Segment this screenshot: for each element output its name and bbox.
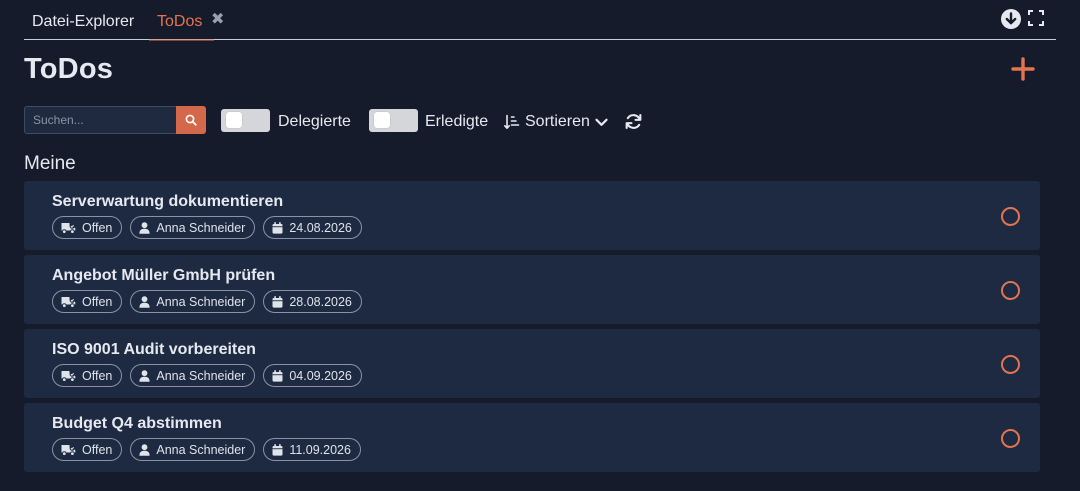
todo-card[interactable]: Angebot Müller GmbH prüfen Offen Anna Sc… (24, 255, 1040, 324)
completed-label: Erledigte (425, 113, 489, 130)
truck-icon (61, 296, 76, 308)
search-input[interactable] (24, 106, 177, 134)
tab-todos[interactable]: ToDos (148, 0, 215, 41)
date-text: 04.09.2026 (289, 368, 352, 383)
toggle-knob (374, 112, 390, 128)
calendar-icon (272, 443, 283, 456)
date-text: 24.08.2026 (289, 220, 352, 235)
user-icon (139, 443, 150, 456)
assignee-text: Anna Schneider (156, 442, 246, 457)
todo-badges: Offen Anna Schneider 24.08.2026 (52, 216, 362, 239)
truck-icon (61, 222, 76, 234)
plus-icon[interactable] (1011, 57, 1035, 81)
assignee-badge: Anna Schneider (130, 216, 256, 239)
assignee-text: Anna Schneider (156, 220, 246, 235)
status-badge: Offen (52, 216, 123, 239)
assignee-text: Anna Schneider (156, 368, 246, 383)
status-badge: Offen (52, 290, 123, 313)
date-badge: 28.08.2026 (263, 290, 362, 313)
tab-bar: Datei-Explorer ToDos ✖ (24, 0, 1056, 41)
assignee-badge: Anna Schneider (130, 290, 256, 313)
date-badge: 11.09.2026 (263, 438, 361, 461)
completed-toggle[interactable] (369, 109, 418, 132)
download-circle-icon[interactable] (1000, 8, 1022, 30)
sort-label: Sortieren (525, 113, 590, 130)
truck-icon (61, 444, 76, 456)
chevron-down-icon (595, 118, 608, 126)
calendar-icon (272, 221, 283, 234)
todo-title: Budget Q4 abstimmen (52, 415, 222, 432)
date-text: 11.09.2026 (289, 442, 351, 457)
fullscreen-icon[interactable] (1027, 9, 1045, 27)
refresh-icon[interactable] (624, 112, 643, 131)
status-text: Offen (82, 442, 113, 457)
complete-checkbox[interactable] (1001, 207, 1020, 226)
assignee-badge: Anna Schneider (130, 364, 256, 387)
delegated-toggle[interactable] (221, 109, 270, 132)
status-text: Offen (82, 220, 113, 235)
complete-checkbox[interactable] (1001, 429, 1020, 448)
todo-card[interactable]: Serverwartung dokumentieren Offen Anna S… (24, 181, 1040, 250)
todo-badges: Offen Anna Schneider 04.09.2026 (52, 364, 362, 387)
todo-title: Angebot Müller GmbH prüfen (52, 267, 276, 284)
assignee-text: Anna Schneider (156, 294, 246, 309)
tab-close-icon[interactable]: ✖ (211, 10, 224, 30)
status-badge: Offen (52, 364, 123, 387)
todo-card[interactable]: Budget Q4 abstimmen Offen Anna Schneider… (24, 403, 1040, 472)
todo-title: Serverwartung dokumentieren (52, 193, 284, 210)
delegated-label: Delegierte (278, 113, 351, 130)
todo-title: ISO 9001 Audit vorbereiten (52, 341, 256, 358)
todo-badges: Offen Anna Schneider 28.08.2026 (52, 290, 362, 313)
user-icon (139, 295, 150, 308)
tab-datei-explorer[interactable]: Datei-Explorer (32, 0, 134, 40)
section-title: Meine (24, 153, 76, 174)
user-icon (139, 221, 150, 234)
search-button[interactable] (176, 106, 206, 134)
page-title: ToDos (24, 53, 114, 85)
date-badge: 24.08.2026 (263, 216, 362, 239)
status-badge: Offen (52, 438, 123, 461)
date-text: 28.08.2026 (289, 294, 352, 309)
assignee-badge: Anna Schneider (130, 438, 256, 461)
calendar-icon (272, 369, 283, 382)
complete-checkbox[interactable] (1001, 281, 1020, 300)
date-badge: 04.09.2026 (263, 364, 362, 387)
status-text: Offen (82, 294, 113, 309)
calendar-icon (272, 295, 283, 308)
todo-card[interactable]: ISO 9001 Audit vorbereiten Offen Anna Sc… (24, 329, 1040, 398)
status-text: Offen (82, 368, 113, 383)
toggle-knob (226, 112, 242, 128)
user-icon (139, 369, 150, 382)
sort-button[interactable]: Sortieren (504, 111, 608, 133)
search-icon (185, 114, 197, 126)
todo-badges: Offen Anna Schneider 11.09.2026 (52, 438, 361, 461)
truck-icon (61, 370, 76, 382)
complete-checkbox[interactable] (1001, 355, 1020, 374)
sort-icon (504, 114, 520, 129)
